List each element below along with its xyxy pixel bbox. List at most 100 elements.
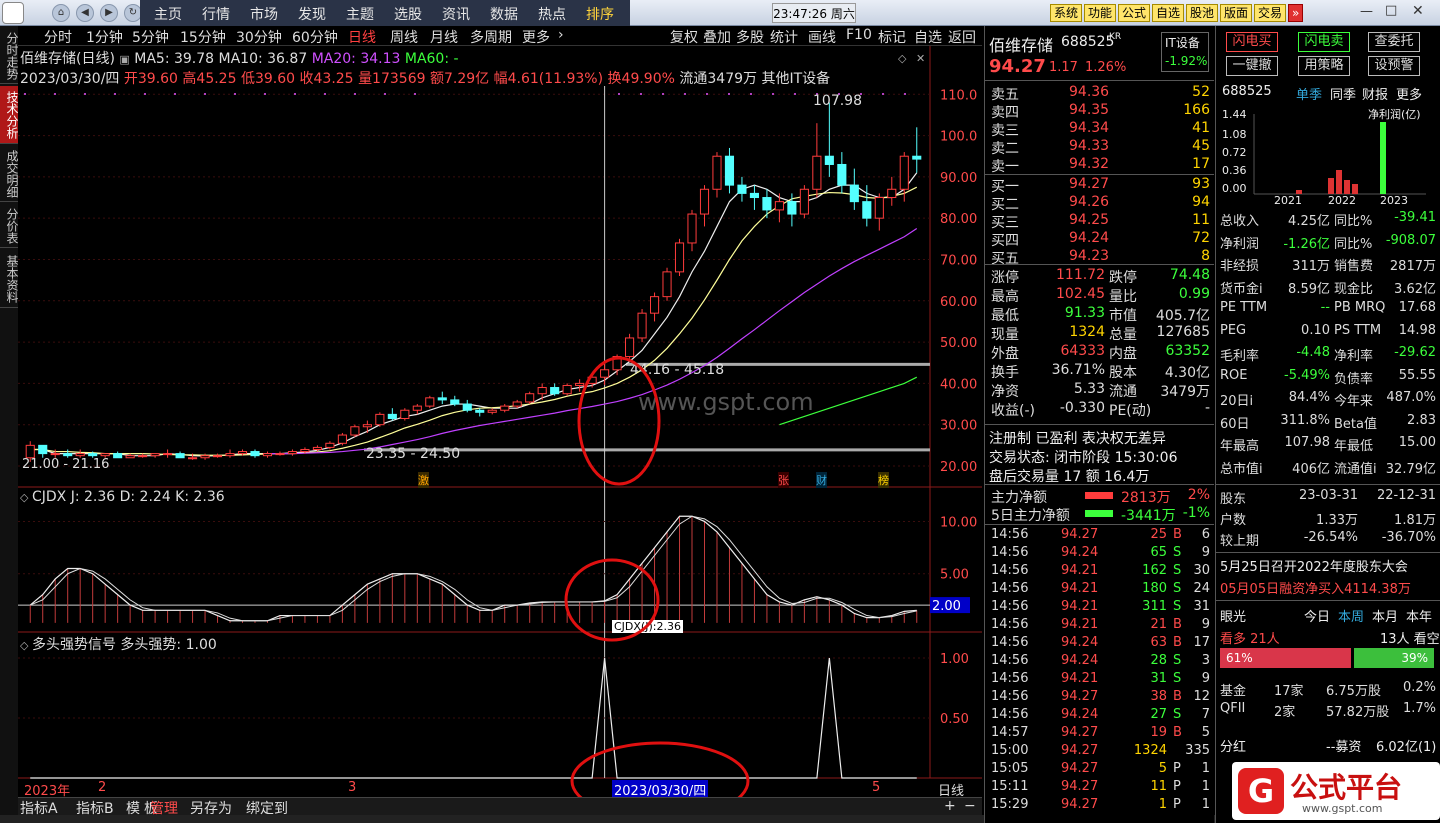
tool-item[interactable]: 画线	[808, 27, 836, 47]
quote-label: 最高	[991, 289, 1019, 305]
tf-item-active[interactable]: 日线	[348, 27, 376, 47]
bar-volume: 量173569	[358, 71, 426, 87]
tool-item[interactable]: 标记	[878, 27, 906, 47]
zoom-in-icon[interactable]: +	[944, 798, 956, 814]
tab-single-quarter[interactable]: 单季	[1296, 84, 1322, 103]
eye-tab[interactable]: 今日	[1304, 606, 1330, 625]
toolbar-button-layout[interactable]: 版面	[1220, 4, 1253, 22]
tick-volume: 19	[1150, 725, 1167, 740]
tick-side: S	[1173, 599, 1182, 614]
tab-basic-info[interactable]: 基本资料	[0, 250, 19, 308]
tf-item[interactable]: 更多	[522, 27, 550, 47]
bid-volume: 94	[1192, 194, 1210, 210]
menu-item[interactable]: 市场	[250, 4, 278, 24]
tick-side: B	[1173, 635, 1182, 650]
panel-icon[interactable]: ◇	[20, 491, 32, 504]
menu-item[interactable]: 主页	[154, 4, 182, 24]
tf-item[interactable]: 30分钟	[236, 27, 282, 47]
home-nav-icon[interactable]: ⌂	[52, 4, 70, 22]
toolbar-button-pool[interactable]: 股池	[1186, 4, 1219, 22]
event-marker[interactable]: 激	[418, 472, 429, 488]
candle-body	[138, 455, 148, 458]
cancel-all-button[interactable]: 一键撤	[1226, 56, 1278, 76]
dividend-label: 分红	[1220, 740, 1247, 755]
query-orders-button[interactable]: 查委托	[1368, 32, 1420, 52]
toolbar-button-watchlist[interactable]: 自选	[1152, 4, 1185, 22]
panel-diamond-icon[interactable]: ◇	[898, 52, 906, 65]
candle-body	[662, 271, 672, 298]
tab-price-table[interactable]: 分价表	[0, 204, 19, 248]
more-chevron-icon[interactable]: »	[1288, 4, 1304, 22]
use-strategy-button[interactable]: 用策略	[1298, 56, 1350, 76]
stock-kr: KR	[1109, 32, 1122, 42]
news-item[interactable]: 5月25日召开2022年度股东大会	[1220, 556, 1408, 575]
toolbar-button-function[interactable]: 功能	[1084, 4, 1117, 22]
set-alert-button[interactable]: 设预警	[1368, 56, 1420, 76]
tick-count: 335	[1185, 743, 1210, 758]
event-marker[interactable]: 财	[816, 472, 827, 488]
tick-price: 94.21	[1061, 671, 1099, 686]
menu-item[interactable]: 主题	[346, 4, 374, 24]
event-marker[interactable]: 张	[778, 472, 789, 488]
forward-nav-icon[interactable]: ▶	[100, 4, 118, 22]
tab-intraday[interactable]: 分时走势	[0, 28, 19, 84]
raise-value: 6.02亿(1)	[1376, 740, 1437, 755]
close-icon[interactable]: ✕	[1412, 3, 1424, 19]
tool-item[interactable]: 返回	[948, 27, 976, 47]
back-nav-icon[interactable]: ◀	[76, 4, 94, 22]
tool-item[interactable]: 统计	[770, 27, 798, 47]
tf-item[interactable]: 60分钟	[292, 27, 338, 47]
chart-area[interactable]: 110.0 100.0 90.00 80.00 70.00 60.00 50.00 40.00…	[18, 26, 982, 799]
menu-item[interactable]: 数据	[490, 4, 518, 24]
tab-more[interactable]: 更多	[1396, 84, 1422, 103]
flash-sell-button[interactable]: 闪电卖	[1298, 32, 1350, 52]
panel-close-icon[interactable]: ✕	[916, 52, 925, 65]
maximize-icon[interactable]: □	[1385, 3, 1397, 18]
tab-technical[interactable]: 技术分析	[0, 86, 19, 144]
fin-value: 14.98	[1398, 322, 1436, 338]
tool-item[interactable]: 叠加	[703, 27, 731, 47]
zoom-out-icon[interactable]: −	[964, 798, 976, 814]
tool-item[interactable]: 多股	[736, 27, 764, 47]
tf-item[interactable]: 月线	[430, 27, 458, 47]
toolbar-button-system[interactable]: 系统	[1050, 4, 1083, 22]
tool-item[interactable]: 自选	[914, 27, 942, 47]
price-tick: 80.00	[940, 212, 977, 227]
tf-item[interactable]: 5分钟	[132, 27, 169, 47]
eye-tab[interactable]: 本年	[1406, 606, 1432, 625]
eye-tab-active[interactable]: 本周	[1338, 606, 1364, 625]
panel-icon[interactable]: ◇	[20, 639, 32, 652]
tool-item[interactable]: 复权	[670, 27, 698, 47]
tf-item[interactable]: 15分钟	[180, 27, 226, 47]
fin-label: 年最低	[1334, 439, 1374, 454]
menu-item[interactable]: 行情	[202, 4, 230, 24]
tab-same-quarter[interactable]: 同季	[1330, 84, 1356, 103]
menu-item[interactable]: 资讯	[442, 4, 470, 24]
toolbar-button-trade[interactable]: 交易	[1254, 4, 1287, 22]
tab-report[interactable]: 财报	[1362, 84, 1388, 103]
news-item[interactable]: 05月05日融资净买入4114.38万	[1220, 578, 1411, 597]
tf-item[interactable]: 1分钟	[86, 27, 123, 47]
tool-item[interactable]: F10	[846, 27, 872, 43]
tf-item[interactable]: 多周期	[470, 27, 512, 47]
marker-dot	[114, 93, 116, 95]
menu-item[interactable]: 热点	[538, 4, 566, 24]
event-marker[interactable]: 榜	[878, 472, 889, 488]
flash-buy-button[interactable]: 闪电买	[1226, 32, 1278, 52]
tf-item[interactable]: 周线	[390, 27, 418, 47]
holder-value: -36.70%	[1381, 530, 1436, 545]
menu-item[interactable]: 选股	[394, 4, 422, 24]
tab-trades[interactable]: 成交明细	[0, 146, 19, 202]
settings-icon[interactable]: ▣	[119, 53, 129, 66]
candle-body	[699, 188, 710, 215]
menu-item[interactable]: 排序	[586, 4, 614, 24]
menu-item[interactable]: 发现	[298, 4, 326, 24]
chevron-right-icon[interactable]: ›	[558, 27, 564, 43]
toolbar-button-formula[interactable]: 公式	[1118, 4, 1151, 22]
eye-tab[interactable]: 本月	[1372, 606, 1398, 625]
quote-value: 64333	[1060, 343, 1105, 359]
tf-item[interactable]: 分时	[44, 27, 72, 47]
minimize-icon[interactable]: —	[1360, 4, 1373, 19]
kline-chart[interactable]: 110.0 100.0 90.00 80.00 70.00 60.00 50.00 40.00…	[18, 26, 982, 797]
profit-axis-tick: 1.44	[1222, 108, 1247, 121]
